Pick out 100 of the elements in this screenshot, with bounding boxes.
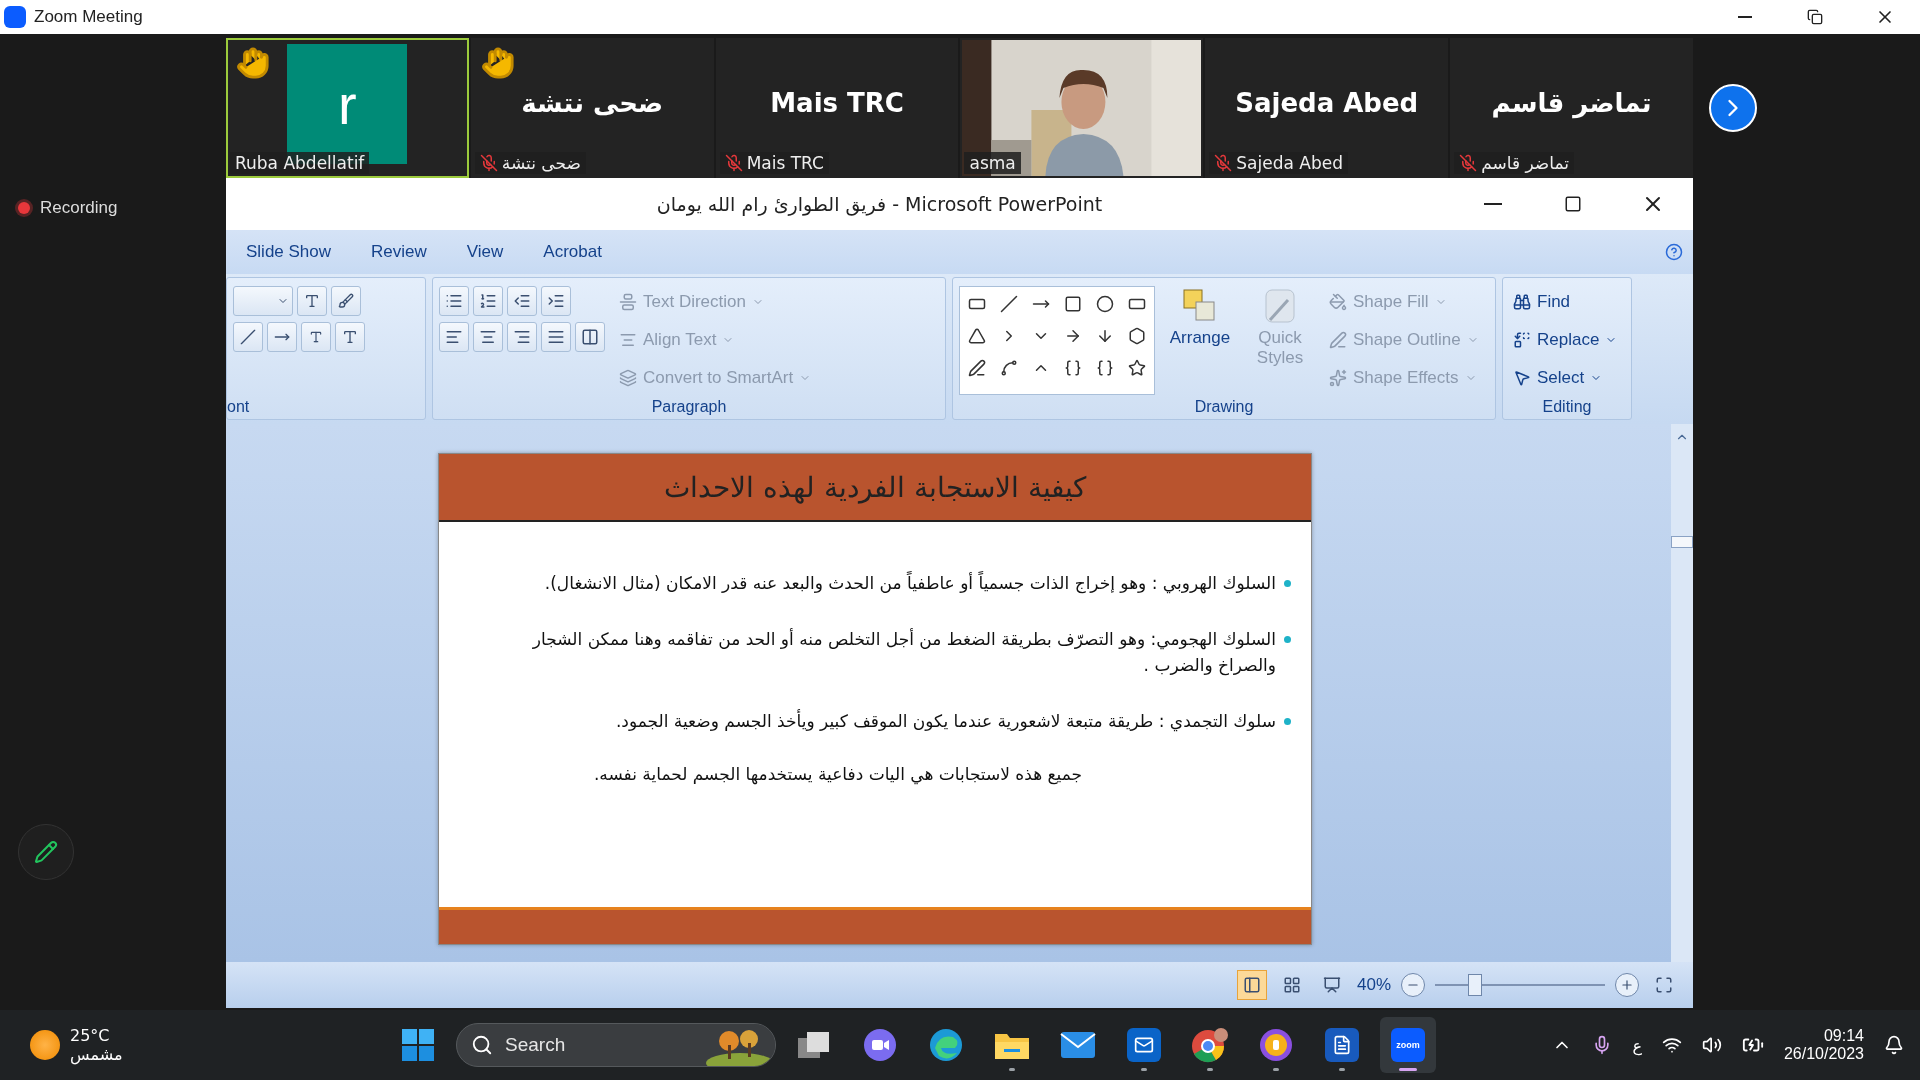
ribbon-tab[interactable]: Slide Show [226, 242, 352, 262]
shapes-gallery[interactable] [959, 286, 1155, 395]
align-right-icon [513, 328, 531, 346]
align-right-button[interactable] [507, 322, 537, 352]
ribbon-tab[interactable]: View [446, 242, 524, 262]
grow-font-button[interactable] [297, 286, 327, 316]
participant-name: Mais TRC [746, 153, 824, 173]
shield-icon [1259, 1028, 1293, 1062]
normal-view-icon [1242, 976, 1261, 994]
indent-button[interactable] [541, 286, 571, 316]
next-page-button[interactable] [1709, 84, 1757, 132]
scroll-thumb[interactable] [1671, 536, 1693, 548]
star-icon [1128, 359, 1146, 377]
justify-button[interactable] [541, 322, 571, 352]
task-view-icon [797, 1030, 831, 1060]
zoom-icon: zoom [1391, 1028, 1425, 1062]
volume-icon[interactable] [1701, 1035, 1722, 1055]
ribbon-command[interactable]: Replace [1509, 324, 1622, 356]
group-label: Drawing [1193, 397, 1255, 417]
pen-icon [1329, 331, 1347, 349]
language-indicator[interactable]: ع [1632, 1035, 1642, 1055]
zoom-out-button[interactable] [1401, 973, 1425, 997]
zoom-in-button[interactable] [1615, 973, 1639, 997]
numbered-list-icon [479, 292, 497, 310]
bullet-icon [1284, 580, 1291, 587]
slider-thumb[interactable] [1468, 974, 1483, 996]
text-direction-icon [619, 293, 637, 311]
participant-name: Sajeda Abed [1235, 88, 1419, 118]
down-arrow-icon [1096, 327, 1114, 345]
notification-icon[interactable] [1884, 1035, 1904, 1055]
columns-icon [581, 328, 599, 346]
zoom-level: 40% [1356, 975, 1391, 995]
bullet-text: السلوك الهجومي: وهو التصرّف بطريقة الضغط من أجل التخلص منه أو الحد من تفاقمه وهنا ممكن الشجار والصراخ والضرب . [531, 627, 1276, 678]
grid-icon [1282, 976, 1301, 994]
ribbon-command[interactable]: Arrange [1165, 286, 1235, 395]
font-color-button[interactable] [335, 322, 365, 352]
clock[interactable]: 09:14 26/10/2023 [1783, 1027, 1864, 1063]
temperature: 25°C [70, 1026, 111, 1045]
outdent-button[interactable] [507, 286, 537, 316]
align-icon [619, 331, 637, 349]
participant-name: ضحى نتشة [501, 153, 581, 173]
triangle-icon [968, 327, 986, 345]
slide-note: جميع هذه لاستجابات هي اليات دفاعية يستخدمها الجسم لحماية نفسه. [592, 764, 1084, 784]
weather-label: مشمس [70, 1045, 123, 1064]
cursor-icon [1513, 369, 1531, 387]
sparkle-icon [1329, 369, 1347, 387]
mail-icon [1060, 1031, 1096, 1059]
chrome-icon [1191, 1027, 1229, 1063]
replace-icon [1513, 331, 1531, 349]
wifi-icon[interactable] [1661, 1035, 1682, 1055]
brace-icon [1096, 359, 1114, 377]
participant-name: ضحى نتشة [521, 88, 664, 118]
view-button[interactable] [1236, 970, 1267, 1000]
center-button[interactable] [473, 322, 503, 352]
window-title: فريق الطوارئ رام الله يومان - Microsoft PowerPoint [655, 193, 1104, 215]
search-field[interactable]: Search [456, 1023, 776, 1067]
chat-icon [863, 1028, 897, 1062]
align-left-icon [445, 328, 463, 346]
help-icon[interactable] [1665, 243, 1683, 261]
align-left-button[interactable] [439, 322, 469, 352]
browser-icon [929, 1028, 963, 1062]
paint-bucket-icon [1329, 293, 1347, 311]
bullet-icon [1284, 718, 1291, 725]
taskbar-app[interactable]: zoom [1380, 1017, 1436, 1073]
numbering-button[interactable] [473, 286, 503, 316]
window-title: Zoom Meeting [34, 7, 144, 27]
ribbon-tab[interactable]: Review [351, 242, 447, 262]
clear-format-button[interactable] [331, 286, 361, 316]
font-size-icon [304, 293, 320, 309]
ribbon-tab[interactable]: Acrobat [523, 242, 622, 262]
hexagon-icon [1128, 327, 1146, 345]
brush-icon [338, 293, 354, 309]
ribbon-command[interactable]: Select [1509, 362, 1622, 394]
slide-title: كيفية الاستجابة الفردية لهذه الاحداث [664, 470, 1086, 504]
oval-icon [1096, 295, 1114, 313]
participant-name: Ruba Abdellatif [235, 153, 365, 173]
group-label: Paragraph [650, 397, 728, 417]
participant-name: تماضر قاسم [1491, 88, 1652, 118]
spacing-button[interactable] [267, 322, 297, 352]
participant-name: asma [969, 153, 1016, 173]
brace-icon [1064, 359, 1082, 377]
change-case-button[interactable] [301, 322, 331, 352]
group-label: ont [227, 397, 251, 417]
rectangle-icon [1064, 295, 1082, 313]
outlook-icon [1127, 1028, 1161, 1062]
bullets-button[interactable] [439, 286, 469, 316]
plus-icon [1620, 978, 1634, 992]
font-size-field[interactable] [233, 286, 293, 316]
minimize-icon [1738, 16, 1752, 18]
participant-name: Mais TRC [770, 88, 904, 118]
outdent-icon [513, 292, 531, 310]
annotate-button[interactable] [18, 824, 74, 880]
ribbon-command[interactable]: Find [1509, 286, 1622, 318]
participant-name: Sajeda Abed [1236, 153, 1343, 173]
columns-button[interactable] [575, 322, 605, 352]
search-icon [471, 1034, 493, 1056]
participant-name: تماضر قاسم [1481, 153, 1569, 173]
recording-label: Recording [40, 198, 118, 218]
shadow-button[interactable] [233, 322, 263, 352]
projector-icon [1322, 976, 1341, 994]
